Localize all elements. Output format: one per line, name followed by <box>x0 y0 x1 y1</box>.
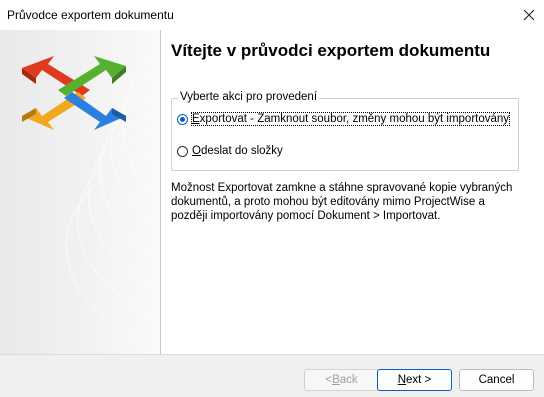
action-groupbox: Vyberte akci pro provedení Exportovat - … <box>171 91 519 171</box>
radio-send-to-folder-label: Odeslat do složky <box>192 145 283 157</box>
close-button[interactable] <box>514 0 544 30</box>
export-arrows-logo <box>22 56 126 130</box>
radio-button-send-to-folder[interactable] <box>177 145 188 157</box>
close-icon <box>523 9 535 21</box>
groupbox-label: Vyberte akci pro provedení <box>178 91 320 103</box>
next-button[interactable]: Next > <box>377 369 452 391</box>
radio-send-to-folder[interactable]: Odeslat do složky <box>177 145 283 157</box>
cancel-button[interactable]: Cancel <box>459 369 534 391</box>
page-title: Vítejte v průvodci exportem dokumentu <box>171 41 491 60</box>
radio-export[interactable]: Exportovat - Zamknout soubor, změny moho… <box>177 112 511 126</box>
button-bar: < Back Next > Cancel <box>0 354 544 397</box>
radio-button-export[interactable] <box>177 113 188 125</box>
title-bar: Průvodce exportem dokumentu <box>0 0 544 30</box>
back-button[interactable]: < Back <box>304 369 379 391</box>
radio-export-label: Exportovat - Zamknout soubor, změny moho… <box>190 112 511 126</box>
wizard-side-banner <box>0 30 161 354</box>
description-text: Možnost Exportovat zamkne a stáhne sprav… <box>171 182 513 222</box>
window-title: Průvodce exportem dokumentu <box>7 8 174 22</box>
